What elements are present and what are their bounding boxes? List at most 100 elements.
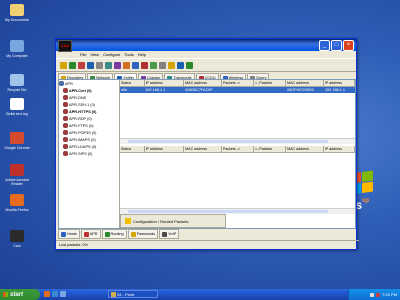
taskbar-item-paint[interactable]: 34 - Paint — [108, 290, 158, 298]
quick-launch — [44, 291, 66, 297]
column-header[interactable]: <- Packets — [254, 80, 287, 86]
menu-configure[interactable]: Configure — [103, 52, 120, 57]
config-icon — [125, 218, 131, 224]
tree-item-label: APR-RDP (0) — [69, 116, 92, 121]
desktop-icon-label: My Computer — [6, 54, 28, 58]
tree-item[interactable]: APR-Cert (0) — [59, 87, 119, 94]
menu-tools[interactable]: Tools — [124, 52, 133, 57]
table-row[interactable]: Idle 192.168.1.1 0080BC7FAC9F 00DF967250D0 1… — [120, 87, 355, 93]
decoder-icon[interactable] — [114, 61, 121, 69]
column-header[interactable]: Status — [120, 80, 145, 86]
bottom-tab-label: Hosts — [67, 232, 77, 236]
column-header[interactable]: <- Packets — [254, 146, 287, 152]
clock: 7:20 PM — [382, 292, 397, 297]
apr-protocol-icon — [63, 116, 68, 121]
bottom-tab-voip[interactable]: VoIP — [159, 229, 180, 239]
maximize-button[interactable]: □ — [331, 40, 342, 51]
taskbar: start 34 - Paint 7:20 PM — [0, 289, 400, 300]
desktop-icon-label: Mozilla Firefox — [5, 208, 29, 212]
bottom-tab-hosts[interactable]: Hosts — [58, 229, 80, 239]
desktop-icon[interactable]: Adobe Acrobat Reader — [2, 164, 32, 186]
bottom-tab-apr[interactable]: APR — [80, 229, 101, 239]
column-header[interactable]: Packets -> — [222, 80, 254, 86]
folder-icon — [10, 4, 24, 16]
show-desktop-icon[interactable] — [60, 291, 66, 297]
start-apr-icon[interactable] — [78, 61, 85, 69]
app-icon[interactable]: C&A — [58, 40, 72, 52]
desktop-icon[interactable]: Recycle Bin — [2, 74, 32, 92]
horizontal-scrollbar[interactable] — [120, 138, 355, 144]
close-button[interactable]: × — [343, 40, 354, 51]
tree-item[interactable]: APR-IMAPS (0) — [59, 136, 119, 143]
bottom-tab-routing[interactable]: Routing — [101, 229, 127, 239]
column-header[interactable]: MAC address — [184, 80, 222, 86]
configuration-routed-packets-button[interactable]: Configuration / Routed Packets — [120, 214, 226, 228]
firefox-icon[interactable] — [44, 291, 50, 297]
column-header[interactable]: MAC address — [286, 80, 324, 86]
tree-item[interactable]: APR-SSH-1 (0) — [59, 101, 119, 108]
route-icon[interactable] — [150, 61, 157, 69]
voip-icon — [162, 231, 168, 237]
tree-item[interactable]: APR-DNS — [59, 94, 119, 101]
table-cell — [222, 87, 254, 93]
tree-item[interactable]: APR-FTPS (0) — [59, 122, 119, 129]
cert-icon[interactable] — [132, 61, 139, 69]
chrome-icon — [10, 132, 24, 144]
help-icon[interactable] — [186, 61, 193, 69]
menu-file[interactable]: File — [80, 52, 86, 57]
lock-icon[interactable] — [168, 61, 175, 69]
desktop-icon-label: Recycle Bin — [7, 88, 27, 92]
minimize-button[interactable]: _ — [319, 40, 330, 51]
title-bar[interactable]: C&A _ □ × — [56, 39, 356, 52]
tree-item[interactable]: APR-POP3S (0) — [59, 129, 119, 136]
system-tray: 7:20 PM — [348, 289, 400, 300]
network-tray-icon[interactable] — [370, 292, 375, 297]
menu-help[interactable]: Help — [138, 52, 146, 57]
desktop-icon[interactable]: Google Chrome — [2, 132, 32, 150]
add-icon[interactable] — [87, 61, 94, 69]
hosts-icon — [61, 231, 66, 237]
settings-icon[interactable] — [159, 61, 166, 69]
info-icon[interactable] — [177, 61, 184, 69]
desktop-icon-label: My Documents — [5, 18, 29, 22]
tree-item[interactable]: APR-HTTPS (0) — [59, 108, 119, 115]
column-header[interactable]: Packets -> — [222, 146, 254, 152]
security-tray-icon[interactable] — [376, 292, 381, 297]
recycle-bin-icon — [10, 74, 24, 86]
network-scan-icon[interactable] — [105, 61, 112, 69]
start-sniffer-icon[interactable] — [69, 61, 76, 69]
desktop-icon[interactable]: My Documents — [2, 4, 32, 22]
tree-item-label: APR-SSH-1 (0) — [69, 102, 95, 107]
column-header[interactable]: Status — [120, 146, 145, 152]
menu-view[interactable]: View — [90, 52, 99, 57]
apr-grid-bottom: Status IP address MAC address Packets -> <- … — [120, 146, 355, 214]
tree-item[interactable]: APR-RDP (0) — [59, 115, 119, 122]
firefox-icon — [10, 194, 24, 206]
column-header[interactable]: IP address — [145, 80, 185, 86]
crack-icon[interactable] — [141, 61, 148, 69]
hash-icon[interactable] — [123, 61, 130, 69]
table-cell: 192.168.1.1 — [145, 88, 166, 92]
computer-icon — [10, 40, 24, 52]
start-button[interactable]: start — [0, 289, 40, 300]
desktop-icon[interactable]: My Computer — [2, 40, 32, 58]
table-cell: Idle — [121, 88, 128, 92]
column-header[interactable]: MAC address — [184, 146, 222, 152]
tree-root-apr[interactable]: APR — [59, 80, 119, 87]
desktop-icon[interactable]: Bellal.text.log — [2, 98, 32, 116]
open-icon[interactable] — [60, 61, 67, 69]
column-header[interactable]: IP address — [145, 146, 185, 152]
desktop-icon[interactable]: Mozilla Firefox — [2, 194, 32, 212]
bottom-tab-passwords[interactable]: Passwords — [127, 229, 159, 239]
column-header[interactable]: IP address — [324, 146, 355, 152]
tree-item-label: APR-DNS — [69, 95, 87, 100]
delete-icon[interactable] — [96, 61, 103, 69]
desktop-icon-label: Google Chrome — [4, 146, 30, 150]
apr-protocol-icon — [63, 151, 68, 156]
column-header[interactable]: MAC address — [286, 146, 324, 152]
column-header[interactable]: IP address — [324, 80, 355, 86]
tree-item[interactable]: APR-LDAPS (0) — [59, 143, 119, 150]
desktop-icon[interactable]: Cain — [2, 230, 32, 248]
tree-item[interactable]: APR-SIPS (0) — [59, 150, 119, 157]
ie-icon[interactable] — [52, 291, 58, 297]
